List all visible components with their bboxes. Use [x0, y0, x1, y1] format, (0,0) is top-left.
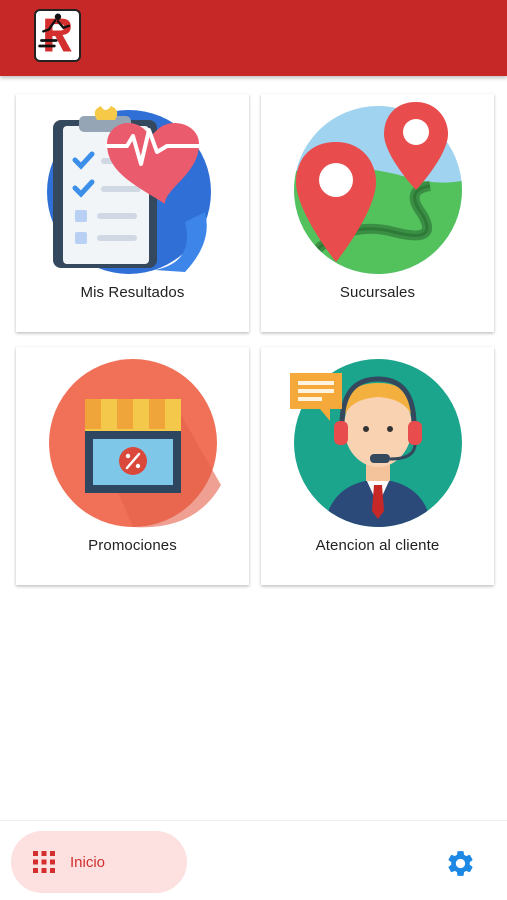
menu-card-mis-resultados[interactable]: Mis Resultados [16, 94, 249, 332]
menu-card-label: Mis Resultados [80, 284, 185, 301]
grid-icon [33, 851, 55, 873]
medical-results-icon [47, 106, 211, 274]
app-logo [34, 9, 81, 62]
menu-card-promociones[interactable]: Promociones [16, 347, 249, 585]
customer-support-icon [290, 359, 462, 527]
bottom-navigation: Inicio [0, 820, 507, 900]
map-location-icon [294, 102, 462, 274]
nav-item-inicio[interactable]: Inicio [11, 831, 187, 893]
menu-card-label: Sucursales [339, 284, 416, 301]
gear-icon[interactable] [445, 848, 476, 879]
menu-card-atencion-al-cliente[interactable]: Atencion al cliente [261, 347, 494, 585]
store-discount-icon [49, 359, 221, 528]
menu-card-label: Atencion al cliente [315, 537, 440, 554]
app-bar [0, 0, 507, 76]
menu-card-label: Promociones [88, 537, 177, 554]
nav-item-label: Inicio [70, 853, 106, 871]
menu-card-sucursales[interactable]: Sucursales [261, 94, 494, 332]
